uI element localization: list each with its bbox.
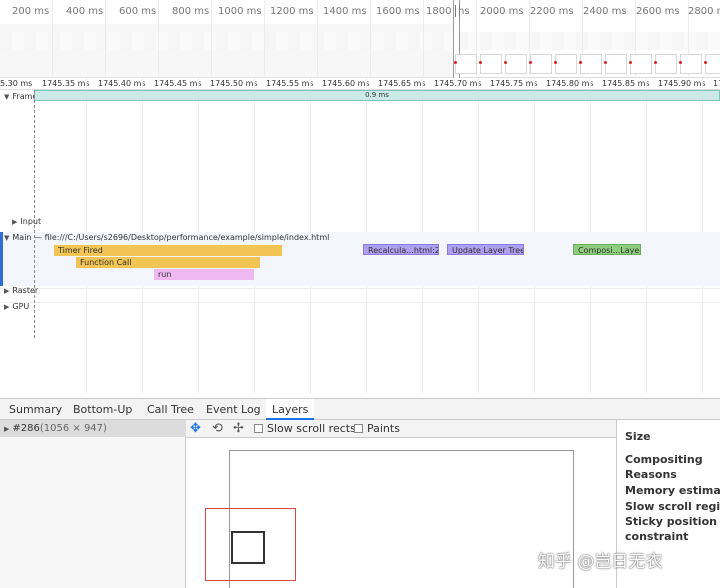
event-timer-fired[interactable]: Timer Fired	[54, 245, 282, 256]
ruler-tick: 17	[713, 79, 720, 88]
frame-slot[interactable]	[479, 54, 502, 74]
event-run[interactable]: run	[154, 269, 254, 280]
expand-right-icon[interactable]: ▶	[4, 421, 9, 438]
details-tab-bar: Summary Bottom-Up Call Tree Event Log La…	[0, 398, 720, 420]
detail-slow-scroll-regions: Slow scroll regions	[625, 500, 720, 513]
layers-tree: ▶ #286(1056 × 947)	[0, 420, 186, 588]
event-recalculate-style[interactable]: Recalcula...html:26)	[363, 244, 439, 255]
slow-scroll-rects-checkbox[interactable]	[254, 424, 263, 433]
layer-id: #286	[12, 423, 40, 434]
overview-tick: 2400 ms	[583, 6, 627, 17]
frame-slot[interactable]	[579, 54, 602, 74]
overview-tick: 1600 ms	[376, 6, 420, 17]
ruler-tick: 1745.90 ms	[658, 79, 706, 88]
expand-down-icon: ▼	[4, 234, 10, 242]
ruler-tick: 1745.35 ms	[42, 79, 90, 88]
detail-constraint: constraint	[625, 530, 689, 543]
time-cursor	[34, 90, 35, 338]
overview-tick: 1200 ms	[270, 6, 314, 17]
tab-event-log[interactable]: Event Log	[206, 403, 261, 416]
paints-checkbox[interactable]	[354, 424, 363, 433]
tab-layers[interactable]: Layers	[266, 399, 315, 420]
frame-slot[interactable]	[529, 54, 552, 74]
ruler-tick: 1745.45 ms	[154, 79, 202, 88]
event-function-call[interactable]: Function Call	[76, 257, 260, 268]
expand-down-icon: ▼	[4, 93, 10, 101]
ruler-tick: 1745.40 ms	[98, 79, 146, 88]
frame-slot[interactable]	[679, 54, 702, 74]
detail-reasons: Reasons	[625, 468, 677, 481]
detail-sticky-position: Sticky position	[625, 515, 717, 528]
overview-tick: 1800 ms	[426, 6, 470, 17]
frame-slot[interactable]	[554, 54, 577, 74]
pan-icon[interactable]: ✥	[190, 421, 201, 436]
ruler-tick: 1745.55 ms	[266, 79, 314, 88]
overview-tick: 1000 ms	[218, 6, 262, 17]
event-update-layer-tree[interactable]: Update Layer Tree	[447, 244, 524, 255]
ruler-tick: 1745.70 ms	[434, 79, 482, 88]
frame-slot[interactable]	[604, 54, 627, 74]
detail-memory-estimate: Memory estimate	[625, 484, 720, 497]
event-composite-layers[interactable]: Composi...Layers	[573, 244, 641, 255]
expand-right-icon: ▶	[4, 287, 10, 295]
timeline-ruler: 5.30 ms 1745.35 ms 1745.40 ms 1745.45 ms…	[0, 78, 720, 90]
timeline-overview[interactable]: 200 ms 400 ms 600 ms 800 ms 1000 ms 1200…	[0, 0, 720, 78]
expand-right-icon: ▶	[12, 218, 18, 226]
ruler-tick: 1745.85 ms	[602, 79, 650, 88]
layer-dimensions: (1056 × 947)	[39, 423, 107, 434]
ruler-tick: 1745.50 ms	[210, 79, 258, 88]
layer-box-rect[interactable]	[231, 531, 265, 564]
detail-compositing: Compositing	[625, 453, 703, 466]
watermark: 知乎 @岂日无衣	[538, 552, 663, 572]
overview-tick: 600 ms	[119, 6, 157, 17]
overview-tick: 1400 ms	[323, 6, 367, 17]
layer-tree-row[interactable]: ▶ #286(1056 × 947)	[0, 420, 186, 437]
tab-call-tree[interactable]: Call Tree	[147, 403, 194, 416]
move-icon[interactable]: ✢	[233, 421, 244, 436]
ruler-tick: 1745.75 ms	[490, 79, 538, 88]
overview-tick: 200 ms	[12, 6, 50, 17]
overview-tick: 2800 ms	[688, 6, 720, 17]
tab-summary[interactable]: Summary	[9, 403, 62, 416]
frame-slot[interactable]	[654, 54, 677, 74]
overview-tick: 2000 ms	[480, 6, 524, 17]
overview-tick: 800 ms	[172, 6, 210, 17]
ruler-tick: 1745.60 ms	[322, 79, 370, 88]
track-input[interactable]: ▶ Input	[12, 217, 41, 226]
frame-slot[interactable]	[504, 54, 527, 74]
frame-slot[interactable]	[629, 54, 652, 74]
ruler-tick: 5.30 ms	[0, 79, 33, 88]
flame-chart[interactable]: ▼ Frames 0.9 ms ▶ Input ▼ Main — file:///C:…	[0, 90, 720, 396]
frame-bar[interactable]: 0.9 ms	[34, 90, 720, 101]
paints-label: Paints	[367, 422, 400, 435]
track-gpu[interactable]: ▶ GPU	[4, 302, 29, 311]
track-main[interactable]: ▼ Main — file:///C:/Users/s2696/Desktop/p…	[4, 233, 329, 242]
overview-activity-strip	[0, 32, 720, 50]
detail-size: Size	[625, 430, 651, 443]
frame-slot[interactable]	[704, 54, 720, 74]
tab-bottom-up[interactable]: Bottom-Up	[73, 403, 132, 416]
overview-tick: 400 ms	[66, 6, 104, 17]
slow-scroll-rects-label: Slow scroll rects	[267, 422, 356, 435]
expand-right-icon: ▶	[4, 303, 10, 311]
ruler-tick: 1745.65 ms	[378, 79, 426, 88]
overview-tick: 2200 ms	[530, 6, 574, 17]
layers-toolbar: ✥ ⟲ ✢ Slow scroll rects Paints	[186, 420, 616, 438]
ruler-tick: 1745.80 ms	[546, 79, 594, 88]
overview-tick: 2600 ms	[636, 6, 680, 17]
frame-slot[interactable]	[454, 54, 477, 74]
rotate-icon[interactable]: ⟲	[212, 421, 223, 436]
